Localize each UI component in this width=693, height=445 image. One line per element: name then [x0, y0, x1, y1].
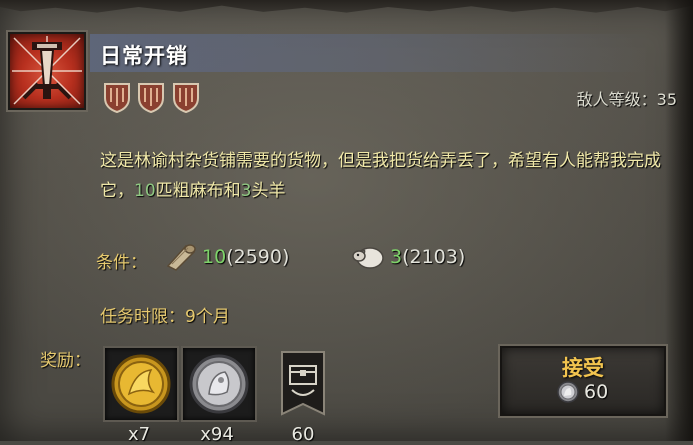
- reward-count: 60: [291, 424, 315, 445]
- condition-required: 3: [390, 246, 403, 268]
- reward-slot-gold[interactable]: [103, 346, 179, 422]
- condition-owned: (2103): [402, 246, 466, 268]
- description-text: 头羊: [251, 181, 286, 201]
- rewards-label: 奖励：: [40, 351, 91, 371]
- condition-item: 3(2103): [352, 242, 465, 272]
- shield-icon: [104, 83, 130, 114]
- accept-cost-value: 60: [584, 381, 609, 403]
- time-limit: 任务时限：9个月: [100, 307, 230, 327]
- reward-count: x7: [127, 424, 151, 445]
- accept-button[interactable]: 接受 60: [500, 346, 666, 416]
- shield-icon: [173, 83, 199, 114]
- chest-banner-icon[interactable]: [280, 350, 326, 416]
- sheep-icon: [352, 247, 384, 269]
- condition-owned: (2590): [226, 246, 290, 268]
- panel-frame: [665, 0, 693, 441]
- description-number: 3: [240, 181, 252, 201]
- silver-coin-icon: [189, 354, 249, 414]
- quest-panel: 日常开销 敌人等级：35 这是林谕村杂货铺需要的货物，但是我把货给弄丢了，希望有…: [0, 0, 693, 445]
- silver-coin-icon: [557, 381, 579, 403]
- description-text: 匹粗麻布和: [155, 181, 241, 201]
- enemy-level: 敌人等级：35: [577, 86, 677, 110]
- quest-description: 这是林谕村杂货铺需要的货物，但是我把货给弄丢了，希望有人能帮我完成它，10匹粗麻…: [100, 146, 670, 206]
- condition-amount: 10(2590): [202, 246, 289, 268]
- description-number: 10: [134, 181, 156, 201]
- quest-title: 日常开销: [100, 44, 188, 68]
- gold-coin-icon: [111, 354, 171, 414]
- accept-cost: 60: [556, 380, 608, 404]
- condition-amount: 3(2103): [390, 246, 465, 268]
- sword-crest-icon: [8, 32, 86, 110]
- reward-count: x94: [200, 424, 234, 445]
- cloth-roll-icon: [166, 244, 196, 271]
- enemy-level-label: 敌人等级：: [576, 90, 657, 109]
- condition-item: 10(2590): [164, 242, 289, 272]
- shield-icon: [138, 83, 164, 114]
- conditions-label: 条件：: [96, 253, 147, 273]
- reward-slot-silver[interactable]: [181, 346, 257, 422]
- torn-edge: [0, 0, 693, 13]
- accept-label: 接受: [562, 356, 604, 380]
- condition-required: 10: [202, 246, 227, 268]
- enemy-level-value: 35: [656, 90, 677, 109]
